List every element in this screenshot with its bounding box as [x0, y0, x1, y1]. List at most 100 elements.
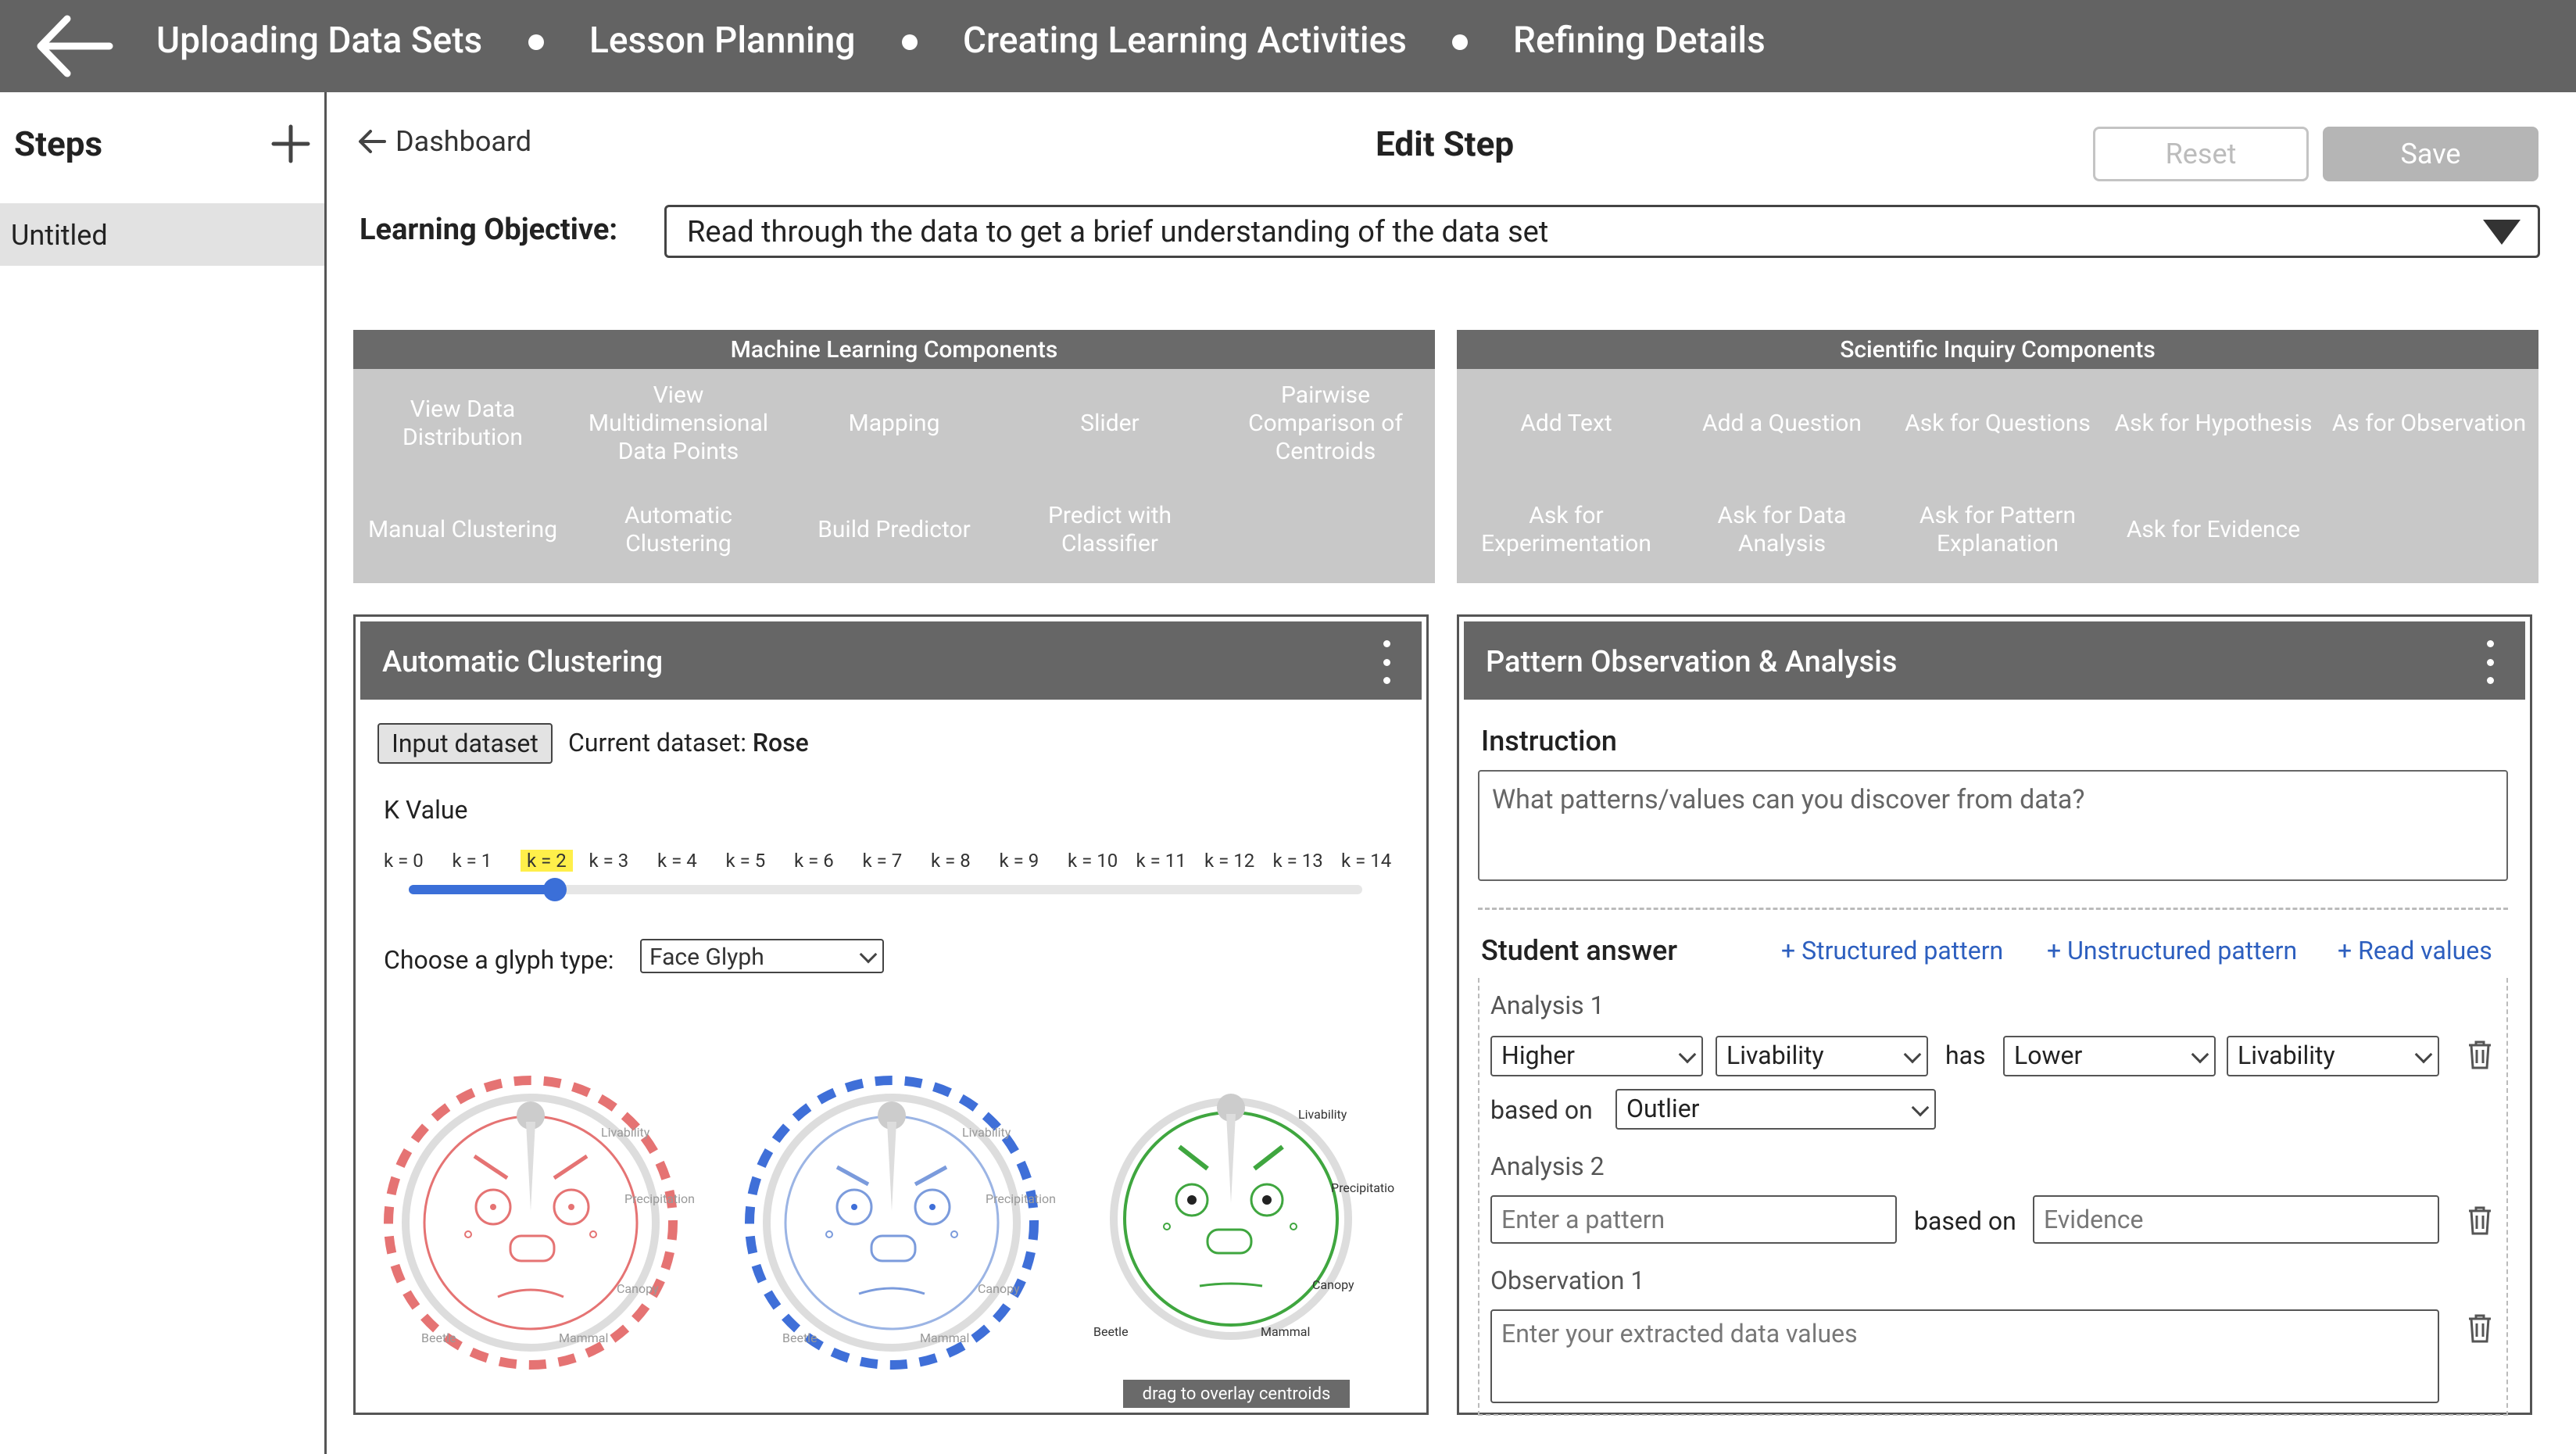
component-ask-experimentation[interactable]: Ask for Experimentation [1458, 483, 1674, 577]
component-mapping[interactable]: Mapping [786, 377, 1002, 471]
component-build-predictor[interactable]: Build Predictor [786, 483, 1002, 577]
component-pairwise-comparison[interactable]: Pairwise Comparison of Centroids [1218, 377, 1433, 471]
plus-icon: + [2338, 936, 2359, 965]
more-options-icon[interactable] [2478, 640, 2502, 684]
pattern-panel-header: Pattern Observation & Analysis [1464, 621, 2525, 700]
glyph-label-livability: Livability [962, 1125, 1011, 1140]
step-item-untitled[interactable]: Untitled [0, 203, 324, 266]
face-glyph-cluster-2[interactable]: Livability Precipitation Canopy Mammal B… [728, 1070, 1056, 1383]
stage-uploading[interactable]: Uploading Data Sets [156, 17, 482, 64]
input-dataset-button[interactable]: Input dataset [377, 723, 553, 764]
ml-components-palette: Machine Learning Components View Data Di… [353, 330, 1435, 583]
delete-analysis-2-icon[interactable] [2466, 1205, 2494, 1236]
k-tick-label[interactable]: k = 12 [1204, 850, 1254, 872]
component-ask-evidence[interactable]: Ask for Evidence [2106, 483, 2321, 577]
component-ask-observation[interactable]: As for Observation [2321, 377, 2537, 471]
component-view-data-distribution[interactable]: View Data Distribution [355, 377, 571, 471]
k-tick-label[interactable]: k = 2 [521, 850, 573, 872]
reset-button[interactable]: Reset [2093, 127, 2309, 181]
current-dataset-value: Rose [752, 728, 809, 757]
chevron-down-icon [2414, 1045, 2433, 1064]
clustering-panel-header: Automatic Clustering [360, 621, 1422, 700]
glyph-label-precipitation: Precipitation [1331, 1180, 1395, 1195]
analysis-2-evidence-input[interactable]: Evidence [2033, 1195, 2439, 1244]
face-glyph-cluster-1[interactable]: Livability Precipitation Canopy Mammal B… [367, 1070, 695, 1383]
page-title: Edit Step [1376, 124, 1515, 164]
k-tick-label[interactable]: k = 7 [863, 850, 903, 872]
divider [1478, 908, 2508, 910]
separator-dot [1452, 34, 1468, 50]
component-ask-hypothesis[interactable]: Ask for Hypothesis [2106, 377, 2321, 471]
delete-analysis-1-icon[interactable] [2466, 1039, 2494, 1070]
learning-objective-select[interactable]: Read through the data to get a brief und… [664, 205, 2540, 258]
component-ask-data-analysis[interactable]: Ask for Data Analysis [1674, 483, 1890, 577]
observation-1-label: Observation 1 [1490, 1266, 1645, 1295]
has-label: has [1945, 1040, 1986, 1070]
glyph-label-mammal: Mammal [559, 1330, 608, 1345]
analysis-1-comparator-2-select[interactable]: Lower [2003, 1036, 2216, 1076]
instruction-label: Instruction [1481, 725, 1617, 757]
k-tick-label[interactable]: k = 13 [1273, 850, 1323, 872]
k-slider-thumb[interactable] [543, 878, 567, 901]
stage-refining-details[interactable]: Refining Details [1513, 17, 1766, 64]
k-tick-label[interactable]: k = 10 [1068, 850, 1118, 872]
analysis-1-attribute-2-value: Livability [2238, 1040, 2335, 1070]
k-tick-label[interactable]: k = 0 [384, 850, 424, 872]
k-tick-label[interactable]: k = 5 [726, 850, 766, 872]
observation-1-input[interactable]: Enter your extracted data values [1490, 1309, 2439, 1403]
save-button[interactable]: Save [2323, 127, 2538, 181]
ml-components-title: Machine Learning Components [353, 330, 1435, 369]
k-tick-label[interactable]: k = 1 [453, 850, 492, 872]
student-answer-label: Student answer [1481, 934, 1678, 967]
delete-observation-1-icon[interactable] [2466, 1313, 2494, 1344]
dashboard-link[interactable]: Dashboard [356, 125, 531, 158]
analysis-1-evidence-select[interactable]: Outlier [1615, 1089, 1936, 1130]
component-predict-classifier[interactable]: Predict with Classifier [1002, 483, 1218, 577]
add-structured-pattern-link[interactable]: + Structured pattern [1781, 936, 2003, 965]
component-add-question[interactable]: Add a Question [1674, 377, 1890, 471]
analysis-2-label: Analysis 2 [1490, 1151, 1605, 1181]
glyph-label-canopy: Canopy [617, 1281, 659, 1296]
component-automatic-clustering[interactable]: Automatic Clustering [571, 483, 786, 577]
chevron-down-icon [1678, 1045, 1697, 1064]
k-tick-label[interactable]: k = 3 [589, 850, 629, 872]
component-ask-questions[interactable]: Ask for Questions [1890, 377, 2106, 471]
face-glyph-overlay[interactable]: Livability Precipitation Canopy Mammal B… [1082, 1062, 1395, 1375]
add-unstructured-pattern-link[interactable]: + Unstructured pattern [2047, 936, 2297, 965]
based-on-label: based on [1914, 1206, 2016, 1236]
instruction-input[interactable]: What patterns/values can you discover fr… [1478, 770, 2508, 881]
glyph-label-livability: Livability [601, 1125, 650, 1140]
component-manual-clustering[interactable]: Manual Clustering [355, 483, 571, 577]
learning-objective-label: Learning Objective: [360, 213, 618, 247]
unstructured-pattern-label: Unstructured pattern [2067, 936, 2298, 965]
k-tick-label[interactable]: k = 11 [1136, 850, 1186, 872]
analysis-1-attribute-select[interactable]: Livability [1716, 1036, 1928, 1076]
separator-dot [902, 34, 918, 50]
component-add-text[interactable]: Add Text [1458, 377, 1674, 471]
more-options-icon[interactable] [1375, 640, 1398, 684]
component-ask-pattern-explanation[interactable]: Ask for Pattern Explanation [1890, 483, 2106, 577]
k-tick-label[interactable]: k = 8 [931, 850, 971, 872]
k-tick-label[interactable]: k = 6 [794, 850, 834, 872]
k-tick-label[interactable]: k = 9 [1000, 850, 1039, 872]
add-step-icon[interactable] [266, 119, 316, 169]
k-tick-label[interactable]: k = 4 [657, 850, 697, 872]
learning-objective-value: Read through the data to get a brief und… [687, 215, 1549, 249]
dropdown-caret-icon [2483, 220, 2521, 245]
drag-hint[interactable]: drag to overlay centroids [1123, 1380, 1350, 1408]
analysis-1-comparator-select[interactable]: Higher [1490, 1036, 1703, 1076]
stage-lesson-planning[interactable]: Lesson Planning [589, 17, 855, 64]
plus-icon: + [2047, 936, 2068, 965]
add-read-values-link[interactable]: + Read values [2338, 936, 2492, 965]
glyph-label-precipitation: Precipitation [624, 1191, 695, 1206]
glyph-label-beetle: Beetle [1093, 1324, 1129, 1339]
analysis-2-pattern-input[interactable]: Enter a pattern [1490, 1195, 1897, 1244]
k-tick-label[interactable]: k = 14 [1341, 850, 1391, 872]
stage-creating-activities[interactable]: Creating Learning Activities [963, 17, 1407, 64]
component-view-multidimensional[interactable]: View Multidimensional Data Points [571, 377, 786, 471]
analysis-1-attribute-2-select[interactable]: Livability [2227, 1036, 2439, 1076]
glyph-label-livability: Livability [1298, 1107, 1347, 1122]
component-slider[interactable]: Slider [1002, 377, 1218, 471]
back-arrow-icon[interactable] [31, 11, 117, 81]
glyph-type-select[interactable]: Face Glyph [640, 939, 884, 973]
